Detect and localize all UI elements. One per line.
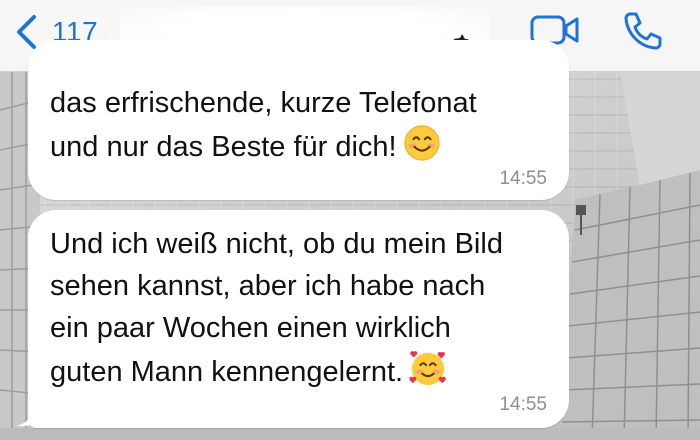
voice-call-button[interactable] [622, 10, 664, 57]
smiling-face-with-hearts-icon [409, 351, 446, 386]
message-text: das erfrischende, kurze Telefonat und nu… [50, 87, 477, 163]
message-timestamp: 14:55 [499, 394, 547, 415]
message-bubble[interactable]: Und ich weiß nicht, ob du mein Bild sehe… [28, 210, 569, 428]
phone-icon [624, 12, 662, 50]
chevron-left-icon [17, 15, 36, 49]
smiling-face-icon [404, 125, 440, 161]
message-bubble[interactable]: das erfrischende, kurze Telefonat und nu… [28, 40, 569, 200]
message-text: Und ich weiß nicht, ob du mein Bild sehe… [50, 228, 503, 388]
bubble-tail [16, 404, 40, 427]
message-timestamp: 14:55 [499, 168, 547, 189]
